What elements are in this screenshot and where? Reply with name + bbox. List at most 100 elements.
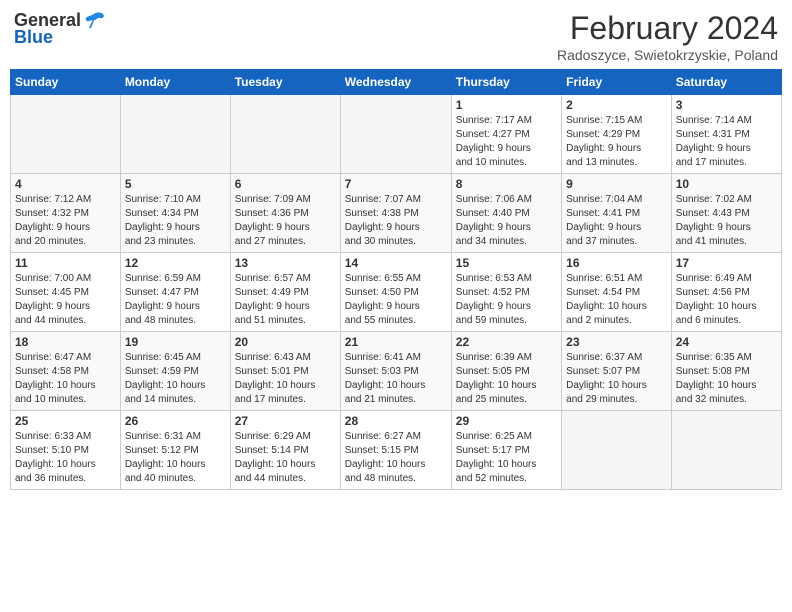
calendar-cell: 27Sunrise: 6:29 AM Sunset: 5:14 PM Dayli… bbox=[230, 411, 340, 490]
calendar-cell: 4 Sunrise: 7:12 AM Sunset: 4:32 PM Daylig… bbox=[11, 174, 121, 253]
day-number: 5 bbox=[125, 177, 226, 191]
day-info: Sunrise: 6:43 AM Sunset: 5:01 PM Dayligh… bbox=[235, 351, 336, 407]
day-info: Sunrise: 7:00 AM Sunset: 4:45 PM Dayligh… bbox=[15, 272, 116, 328]
day-info: Sunrise: 7:07 AM Sunset: 4:38 PM Dayligh… bbox=[345, 193, 447, 249]
calendar-cell bbox=[562, 411, 672, 490]
day-number: 8 bbox=[456, 177, 557, 191]
calendar-week-row: 25 Sunrise: 6:33 AM Sunset: 5:10 PM Dayli… bbox=[11, 411, 782, 490]
day-info: Sunrise: 6:39 AM Sunset: 5:05 PM Dayligh… bbox=[456, 351, 557, 407]
calendar-cell: 20 Sunrise: 6:43 AM Sunset: 5:01 PM Dayli… bbox=[230, 332, 340, 411]
day-info: Sunrise: 6:55 AM Sunset: 4:50 PM Dayligh… bbox=[345, 272, 447, 328]
calendar-cell bbox=[11, 95, 121, 174]
calendar-cell bbox=[671, 411, 781, 490]
day-number: 4 bbox=[15, 177, 116, 191]
day-number: 11 bbox=[15, 256, 116, 270]
day-info: Sunrise: 7:04 AM Sunset: 4:41 PM Dayligh… bbox=[566, 193, 667, 249]
day-info: Sunrise: 6:31 AM Sunset: 5:12 PM Dayligh… bbox=[125, 430, 226, 486]
calendar-cell bbox=[120, 95, 230, 174]
day-number: 1 bbox=[456, 98, 557, 112]
day-info: Sunrise: 7:06 AM Sunset: 4:40 PM Dayligh… bbox=[456, 193, 557, 249]
day-number: 29 bbox=[456, 414, 557, 428]
day-number: 17 bbox=[676, 256, 777, 270]
calendar-cell: 11 Sunrise: 7:00 AM Sunset: 4:45 PM Dayli… bbox=[11, 253, 121, 332]
location-subtitle: Radoszyce, Swietokrzyskie, Poland bbox=[557, 47, 778, 63]
logo-blue-text: Blue bbox=[14, 27, 53, 48]
day-info: Sunrise: 7:14 AM Sunset: 4:31 PM Dayligh… bbox=[676, 114, 777, 170]
day-info: Sunrise: 7:10 AM Sunset: 4:34 PM Dayligh… bbox=[125, 193, 226, 249]
calendar-cell: 24Sunrise: 6:35 AM Sunset: 5:08 PM Dayli… bbox=[671, 332, 781, 411]
weekday-header-sunday: Sunday bbox=[11, 70, 121, 95]
day-number: 27 bbox=[235, 414, 336, 428]
day-info: Sunrise: 6:51 AM Sunset: 4:54 PM Dayligh… bbox=[566, 272, 667, 328]
day-number: 3 bbox=[676, 98, 777, 112]
day-info: Sunrise: 7:15 AM Sunset: 4:29 PM Dayligh… bbox=[566, 114, 667, 170]
day-number: 25 bbox=[15, 414, 116, 428]
calendar-cell: 6 Sunrise: 7:09 AM Sunset: 4:36 PM Daylig… bbox=[230, 174, 340, 253]
calendar-cell bbox=[230, 95, 340, 174]
day-info: Sunrise: 7:17 AM Sunset: 4:27 PM Dayligh… bbox=[456, 114, 557, 170]
day-info: Sunrise: 6:33 AM Sunset: 5:10 PM Dayligh… bbox=[15, 430, 116, 486]
day-number: 6 bbox=[235, 177, 336, 191]
day-number: 20 bbox=[235, 335, 336, 349]
calendar-cell: 12 Sunrise: 6:59 AM Sunset: 4:47 PM Dayli… bbox=[120, 253, 230, 332]
title-block: February 2024 Radoszyce, Swietokrzyskie,… bbox=[557, 10, 778, 63]
calendar-cell: 10 Sunrise: 7:02 AM Sunset: 4:43 PM Dayli… bbox=[671, 174, 781, 253]
calendar-week-row: 1 Sunrise: 7:17 AM Sunset: 4:27 PM Daylig… bbox=[11, 95, 782, 174]
calendar-cell: 19Sunrise: 6:45 AM Sunset: 4:59 PM Dayli… bbox=[120, 332, 230, 411]
calendar-cell: 2 Sunrise: 7:15 AM Sunset: 4:29 PM Daylig… bbox=[562, 95, 672, 174]
weekday-header-friday: Friday bbox=[562, 70, 672, 95]
calendar-cell: 9 Sunrise: 7:04 AM Sunset: 4:41 PM Daylig… bbox=[562, 174, 672, 253]
month-year-title: February 2024 bbox=[557, 10, 778, 47]
calendar-cell bbox=[340, 95, 451, 174]
calendar-cell: 23Sunrise: 6:37 AM Sunset: 5:07 PM Dayli… bbox=[562, 332, 672, 411]
day-number: 7 bbox=[345, 177, 447, 191]
calendar-week-row: 11 Sunrise: 7:00 AM Sunset: 4:45 PM Dayli… bbox=[11, 253, 782, 332]
calendar-cell: 3 Sunrise: 7:14 AM Sunset: 4:31 PM Daylig… bbox=[671, 95, 781, 174]
day-info: Sunrise: 6:25 AM Sunset: 5:17 PM Dayligh… bbox=[456, 430, 557, 486]
day-number: 21 bbox=[345, 335, 447, 349]
calendar-cell: 28 Sunrise: 6:27 AM Sunset: 5:15 PM Dayli… bbox=[340, 411, 451, 490]
day-number: 10 bbox=[676, 177, 777, 191]
calendar-cell: 16Sunrise: 6:51 AM Sunset: 4:54 PM Dayli… bbox=[562, 253, 672, 332]
day-info: Sunrise: 6:41 AM Sunset: 5:03 PM Dayligh… bbox=[345, 351, 447, 407]
calendar-week-row: 18 Sunrise: 6:47 AM Sunset: 4:58 PM Dayli… bbox=[11, 332, 782, 411]
day-number: 18 bbox=[15, 335, 116, 349]
day-info: Sunrise: 7:12 AM Sunset: 4:32 PM Dayligh… bbox=[15, 193, 116, 249]
weekday-header-row: SundayMondayTuesdayWednesdayThursdayFrid… bbox=[11, 70, 782, 95]
day-info: Sunrise: 6:49 AM Sunset: 4:56 PM Dayligh… bbox=[676, 272, 777, 328]
calendar-cell: 7 Sunrise: 7:07 AM Sunset: 4:38 PM Daylig… bbox=[340, 174, 451, 253]
day-info: Sunrise: 6:59 AM Sunset: 4:47 PM Dayligh… bbox=[125, 272, 226, 328]
day-number: 14 bbox=[345, 256, 447, 270]
calendar-cell: 5 Sunrise: 7:10 AM Sunset: 4:34 PM Daylig… bbox=[120, 174, 230, 253]
weekday-header-monday: Monday bbox=[120, 70, 230, 95]
weekday-header-saturday: Saturday bbox=[671, 70, 781, 95]
calendar-cell: 21 Sunrise: 6:41 AM Sunset: 5:03 PM Dayli… bbox=[340, 332, 451, 411]
calendar-cell: 13 Sunrise: 6:57 AM Sunset: 4:49 PM Dayli… bbox=[230, 253, 340, 332]
calendar-cell: 14 Sunrise: 6:55 AM Sunset: 4:50 PM Dayli… bbox=[340, 253, 451, 332]
day-info: Sunrise: 6:47 AM Sunset: 4:58 PM Dayligh… bbox=[15, 351, 116, 407]
day-number: 12 bbox=[125, 256, 226, 270]
calendar-cell: 29 Sunrise: 6:25 AM Sunset: 5:17 PM Dayli… bbox=[451, 411, 561, 490]
calendar-week-row: 4 Sunrise: 7:12 AM Sunset: 4:32 PM Daylig… bbox=[11, 174, 782, 253]
day-info: Sunrise: 6:57 AM Sunset: 4:49 PM Dayligh… bbox=[235, 272, 336, 328]
day-number: 26 bbox=[125, 414, 226, 428]
day-number: 2 bbox=[566, 98, 667, 112]
page-header: General Blue February 2024 Radoszyce, Sw… bbox=[10, 10, 782, 63]
day-info: Sunrise: 6:37 AM Sunset: 5:07 PM Dayligh… bbox=[566, 351, 667, 407]
day-number: 28 bbox=[345, 414, 447, 428]
calendar-cell: 25 Sunrise: 6:33 AM Sunset: 5:10 PM Dayli… bbox=[11, 411, 121, 490]
calendar-cell: 8 Sunrise: 7:06 AM Sunset: 4:40 PM Daylig… bbox=[451, 174, 561, 253]
day-info: Sunrise: 6:53 AM Sunset: 4:52 PM Dayligh… bbox=[456, 272, 557, 328]
weekday-header-tuesday: Tuesday bbox=[230, 70, 340, 95]
calendar-table: SundayMondayTuesdayWednesdayThursdayFrid… bbox=[10, 69, 782, 490]
day-number: 19 bbox=[125, 335, 226, 349]
logo: General Blue bbox=[14, 10, 105, 48]
calendar-cell: 22Sunrise: 6:39 AM Sunset: 5:05 PM Dayli… bbox=[451, 332, 561, 411]
day-info: Sunrise: 7:09 AM Sunset: 4:36 PM Dayligh… bbox=[235, 193, 336, 249]
day-info: Sunrise: 6:35 AM Sunset: 5:08 PM Dayligh… bbox=[676, 351, 777, 407]
day-info: Sunrise: 7:02 AM Sunset: 4:43 PM Dayligh… bbox=[676, 193, 777, 249]
day-number: 15 bbox=[456, 256, 557, 270]
day-number: 13 bbox=[235, 256, 336, 270]
day-info: Sunrise: 6:27 AM Sunset: 5:15 PM Dayligh… bbox=[345, 430, 447, 486]
day-number: 9 bbox=[566, 177, 667, 191]
